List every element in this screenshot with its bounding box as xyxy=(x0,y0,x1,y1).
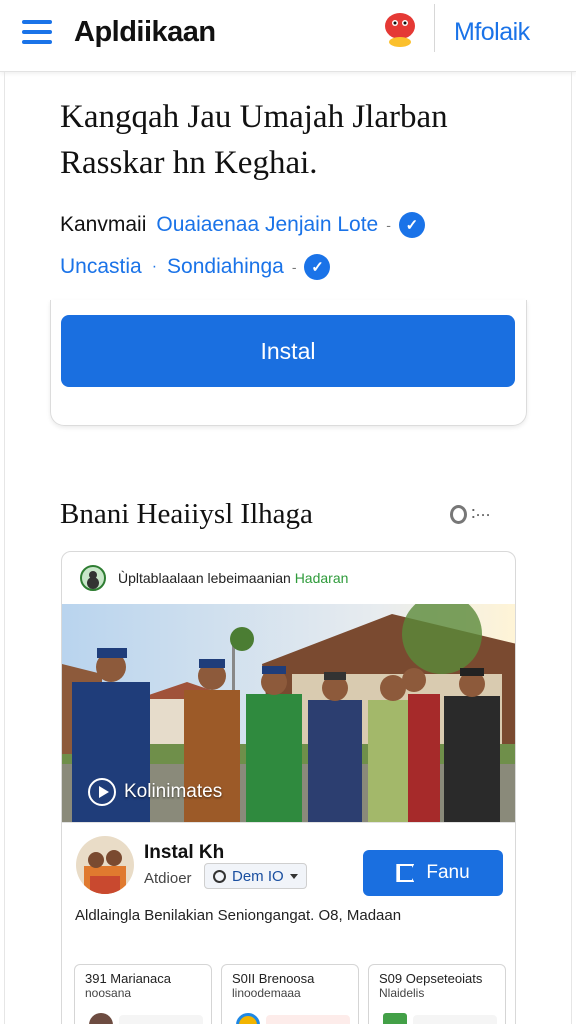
meta-link-2[interactable]: Uncastia xyxy=(60,255,142,279)
post-divider xyxy=(62,822,515,823)
post-card: Ùpltablaalaan lebeimaanian Hadaran Kolin… xyxy=(61,551,516,1024)
author-tag-dropdown[interactable]: Dem IO xyxy=(204,863,307,889)
post-header-text: Ùpltablaalaan lebeimaanian Hadaran xyxy=(118,570,348,586)
photo-label[interactable]: Kolinimates xyxy=(88,778,222,806)
top-app-bar: Apldiikaan Mfolaik xyxy=(0,0,576,72)
author-subtitle: Atdioer xyxy=(144,870,192,887)
related-card-subtitle: linoodemaaa xyxy=(232,986,301,1000)
related-card-title: S0II Brenoosa xyxy=(232,971,315,986)
related-card-subtitle: noosana xyxy=(85,986,132,1000)
post-header-main: Ùpltablaalaan lebeimaanian xyxy=(118,570,291,586)
related-card-thumb xyxy=(236,1013,260,1024)
post-avatar[interactable] xyxy=(80,565,106,591)
more-dots-icon: ∶∙∙∙ xyxy=(471,504,491,524)
author-tag-label: Dem IO xyxy=(232,867,284,885)
photo-label-text: Kolinimates xyxy=(124,781,223,802)
loading-ring-icon xyxy=(450,505,467,524)
related-card-pill xyxy=(119,1015,203,1024)
meta-row-2: Uncastia · Sondiahinga - ✓ xyxy=(60,254,331,280)
post-header-accent[interactable]: Hadaran xyxy=(295,570,349,586)
mascot-icon xyxy=(385,13,415,47)
related-card-pill xyxy=(266,1015,350,1024)
related-card-title: 391 Marianaca xyxy=(85,971,171,986)
install-button[interactable]: Instal xyxy=(61,315,515,387)
verified-check-icon: ✓ xyxy=(398,212,425,238)
separator-dot: · xyxy=(151,258,158,275)
app-title: Apldiikaan xyxy=(74,16,216,48)
separator: - xyxy=(291,259,297,275)
meta-publisher: Kanvmaii xyxy=(60,213,147,236)
verified-check-icon: ✓ xyxy=(304,254,331,280)
appbar-link[interactable]: Mfolaik xyxy=(454,18,530,47)
flag-icon xyxy=(396,864,415,882)
related-card-title: S09 Oepseteoiats xyxy=(379,971,483,986)
related-card[interactable]: S09 Oepseteoiats Nlaidelis xyxy=(368,964,506,1024)
related-card-pill xyxy=(413,1015,497,1024)
separator: - xyxy=(386,217,391,233)
meta-link-3[interactable]: Sondiahinga xyxy=(167,255,284,279)
meta-link-1[interactable]: Ouaiaenaa Jenjain Lote xyxy=(156,213,378,237)
share-button-label: Fanu xyxy=(426,862,470,883)
post-description: Aldlaingla Benilakian Seniongangat. O8, … xyxy=(75,907,402,924)
appbar-divider xyxy=(434,4,435,52)
page-headline: Kangqah Jau Umajah Jlarban Rasskar hn Ke… xyxy=(60,99,448,181)
author-avatar[interactable] xyxy=(76,836,134,894)
section-more-button[interactable]: ∶∙∙∙ xyxy=(450,504,491,525)
related-card-subtitle: Nlaidelis xyxy=(379,986,425,1000)
related-card-thumb xyxy=(89,1013,113,1024)
related-card[interactable]: 391 Marianaca noosana xyxy=(74,964,212,1024)
author-name[interactable]: Instal Kh xyxy=(144,842,224,864)
post-header: Ùpltablaalaan lebeimaanian Hadaran xyxy=(62,552,515,604)
share-button[interactable]: Fanu xyxy=(363,850,503,896)
chevron-down-icon xyxy=(289,873,298,879)
related-card-thumb xyxy=(383,1013,407,1024)
meta-row-1: Kanvmaii Ouaiaenaa Jenjain Lote - ✓ xyxy=(60,212,425,238)
section-title: Bnani Heaiiysl Ilhaga xyxy=(60,498,313,530)
hamburger-menu-icon[interactable] xyxy=(22,20,52,44)
search-icon xyxy=(213,869,226,883)
play-icon xyxy=(88,778,116,806)
related-card[interactable]: S0II Brenoosa linoodemaaa xyxy=(221,964,359,1024)
